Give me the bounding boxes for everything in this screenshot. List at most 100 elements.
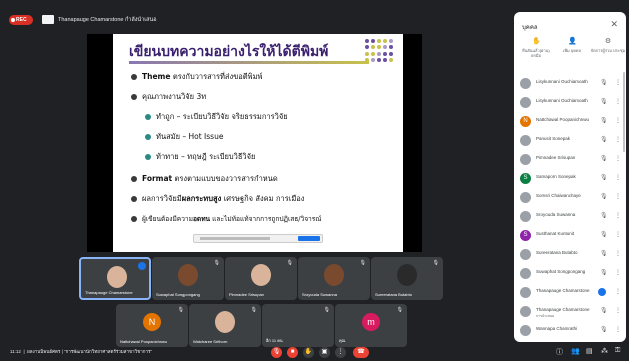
mic-muted-icon[interactable]: 🎙 [600, 136, 608, 143]
more-vert-icon[interactable]: ⋮ [615, 288, 621, 295]
stop-sharing-button[interactable] [298, 236, 320, 241]
camera-off-button[interactable]: ■ [287, 347, 298, 358]
share-notice-text [200, 237, 270, 240]
leave-call-button[interactable]: ☎ [353, 347, 369, 358]
more-vert-icon[interactable]: ⋮ [615, 231, 621, 238]
more-vert-icon[interactable]: ⋮ [615, 79, 621, 86]
activities-icon[interactable]: ⁂ [601, 347, 608, 355]
presentation-slide: เขียนบทความอย่างไรให้ได้ตีพิมพ์ Theme ตร… [113, 34, 403, 252]
chat-icon[interactable]: ▤ [586, 347, 593, 355]
mic-muted-icon[interactable]: 🎙 [600, 250, 608, 257]
more-vert-icon[interactable]: ⋮ [615, 117, 621, 124]
decorative-dot [377, 39, 381, 43]
participant-row[interactable]: Suwaphat Songpongang 🎙 ⋮ [514, 264, 626, 283]
participant-row[interactable]: Somsri Chaiwanchaye 🎙 ⋮ [514, 188, 626, 207]
participant-tile[interactable]: Watcharee Srithorn 🎙 [189, 304, 261, 347]
decorative-dot [377, 57, 381, 62]
more-vert-icon[interactable]: ⋮ [615, 136, 621, 143]
people-icon[interactable]: 👥 [571, 347, 580, 355]
participant-row[interactable]: Lisykunnani Ouchiamoath 🎙 ⋮ [514, 93, 626, 112]
mic-muted-icon[interactable]: 🎙 [600, 269, 608, 276]
mic-muted-icon[interactable]: 🎙 [600, 174, 608, 181]
participant-video [215, 311, 235, 333]
more-options-button[interactable]: ⋮ [335, 347, 346, 358]
avatar [520, 306, 531, 317]
participant-row[interactable]: Sureeratana Butabto 🎙 ⋮ [514, 245, 626, 264]
info-icon[interactable]: ⓘ [556, 347, 563, 357]
participant-row[interactable]: S Susthanat Kuntunit 🎙 ⋮ [514, 226, 626, 245]
more-vert-icon[interactable]: ⋮ [615, 155, 621, 162]
tile-name: Thanapauge Chamarstone [85, 290, 133, 295]
raise-hand-control[interactable]: ✋ ยืนยันแล้ว(ผ่าน) ยกมือ [518, 38, 554, 58]
participant-name: Nattchawal Poopanichnwu [536, 117, 590, 122]
panel-title: บุคคล [522, 25, 538, 31]
more-vert-icon[interactable]: ⋮ [615, 193, 621, 200]
participant-tile[interactable]: Sroyouda Suwanna 🎙 [298, 257, 370, 300]
mic-muted-icon[interactable]: 🎙 [600, 212, 608, 219]
lock-icon[interactable]: ⚿ [615, 347, 620, 355]
participant-name: Sroyouda Suwanna [536, 212, 576, 217]
slide-bullet-3: Format ตรงตามแบบของวารสารกำหนด [131, 174, 278, 184]
mic-muted-icon[interactable]: 🎙 [600, 155, 608, 162]
host-controls-control[interactable]: ⚙ จัดการผู้ร่วม ประชุม [590, 38, 626, 53]
participants-panel: บุคคล ✕ ✋ ยืนยันแล้ว(ผ่าน) ยกมือ 👤 เพิ่ม… [514, 12, 626, 342]
add-people-control[interactable]: 👤 เพิ่ม บุคคล [554, 38, 590, 53]
raise-hand-button[interactable]: ✋ [303, 347, 314, 358]
participant-tile[interactable]: Sureeratana Butabto 🎙 [371, 257, 443, 300]
more-vert-icon[interactable]: ⋮ [615, 269, 621, 276]
mic-off-button[interactable]: 🎙 [271, 347, 282, 358]
participant-tile[interactable]: อีก 11 คน 🎙 [262, 304, 334, 347]
tile-name: Pimnadee Srisupan [229, 292, 264, 297]
participant-row[interactable]: Thanapauge Chamarstone ⋮ [514, 283, 626, 302]
participant-tile[interactable]: Suwaphat Songpongang 🎙 [152, 257, 224, 300]
mic-muted-icon[interactable]: 🎙 [600, 231, 608, 238]
mic-muted-icon[interactable]: 🎙 [600, 79, 608, 86]
mic-muted-icon[interactable]: 🎙 [600, 193, 608, 200]
participant-name: Somsri Chaiwanchaye [536, 193, 581, 198]
slide-subbullet-2: ทันสมัย – Hot Issue [145, 132, 223, 142]
participant-tile[interactable]: Pimnadee Srisupan 🎙 [225, 257, 297, 300]
participant-row[interactable]: N Nattchawal Poopanichnwu 🎙 ⋮ [514, 112, 626, 131]
participant-list: Lisykunnani Ouchiamoath 🎙 ⋮ Lisykunnani Ouc… [514, 74, 626, 340]
participant-name: Samaporn Sonepak [536, 174, 576, 179]
mic-muted-icon: 🎙 [359, 260, 366, 266]
avatar [520, 287, 531, 298]
participant-tile[interactable]: m คุณ 🎙 [335, 304, 407, 347]
participant-tile[interactable]: Thanapauge Chamarstone [79, 257, 151, 300]
decorative-dot [371, 57, 375, 62]
participant-row[interactable]: Lisykunnani Ouchiamoath 🎙 ⋮ [514, 74, 626, 93]
mic-muted-icon[interactable]: 🎙 [600, 117, 608, 124]
mic-muted-icon[interactable]: 🎙 [600, 307, 608, 314]
top-bar: REC Thanapauge Chamarstone กำลังนำเสนอ [0, 0, 512, 34]
avatar [520, 211, 531, 222]
tile-name: Suwaphat Songpongang [156, 292, 200, 297]
more-vert-icon[interactable]: ⋮ [615, 174, 621, 181]
mic-muted-icon: 🎙 [286, 260, 293, 266]
decorative-dot [377, 51, 381, 56]
more-vert-icon[interactable]: ⋮ [615, 250, 621, 257]
more-vert-icon[interactable]: ⋮ [615, 307, 621, 314]
mic-muted-icon: 🎙 [396, 307, 403, 313]
avatar [520, 97, 531, 108]
meeting-time: 11:12 [10, 349, 21, 354]
participant-tile[interactable]: N Nattchawal Poopanichnwu 🎙 [116, 304, 188, 347]
participant-row[interactable]: Wannapa Chamrathi 🎙 ⋮ [514, 321, 626, 340]
more-vert-icon[interactable]: ⋮ [615, 98, 621, 105]
raise-hand-label: ยืนยันแล้ว(ผ่าน) ยกมือ [522, 48, 550, 58]
mic-muted-icon[interactable]: 🎙 [600, 326, 608, 333]
close-icon[interactable]: ✕ [610, 19, 618, 30]
participant-subtitle: การนำเสนอ [536, 314, 555, 318]
mic-muted-icon[interactable]: 🎙 [600, 98, 608, 105]
participant-row[interactable]: Sroyouda Suwanna 🎙 ⋮ [514, 207, 626, 226]
participant-row[interactable]: Pimnadee Srisupan 🎙 ⋮ [514, 150, 626, 169]
decorative-dot [365, 57, 369, 62]
present-button[interactable]: ▣ [319, 347, 330, 358]
participant-row[interactable]: S Samaporn Sonepak 🎙 ⋮ [514, 169, 626, 188]
more-vert-icon[interactable]: ⋮ [615, 326, 621, 333]
participant-row[interactable]: Panusit Sonepak 🎙 ⋮ [514, 131, 626, 150]
add-person-icon: 👤 [568, 38, 577, 45]
participant-row[interactable]: Thanapauge Chamarstone การนำเสนอ 🎙 ⋮ [514, 302, 626, 321]
more-vert-icon[interactable]: ⋮ [615, 212, 621, 219]
panel-scrollbar[interactable] [623, 72, 625, 152]
decorative-dots-icon [365, 39, 395, 63]
